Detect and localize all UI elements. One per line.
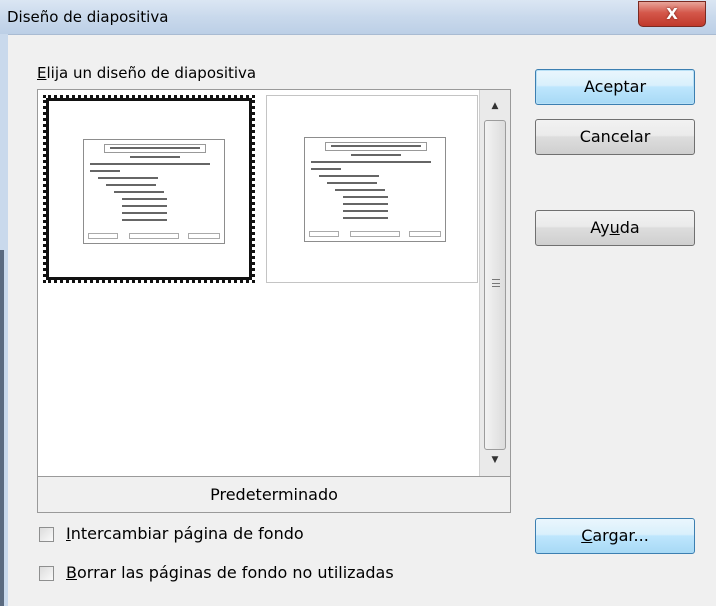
slide-preview (83, 139, 225, 244)
vertical-scrollbar[interactable]: ▲ ▼ (479, 90, 510, 476)
slide-preview (304, 137, 446, 242)
close-button[interactable]: X (638, 1, 706, 27)
load-button[interactable]: Cargar... (535, 518, 695, 554)
delete-unused-label[interactable]: Borrar las páginas de fondo no utilizada… (66, 563, 394, 582)
ok-button[interactable]: Aceptar (535, 69, 695, 105)
exchange-background-checkbox[interactable] (39, 527, 54, 542)
layout-thumbnail-1[interactable] (43, 95, 255, 283)
window-title: Diseño de diapositiva (7, 8, 169, 26)
scroll-down-arrow-icon[interactable]: ▼ (480, 450, 510, 470)
delete-unused-checkbox[interactable] (39, 566, 54, 581)
layout-thumbnail-2[interactable] (266, 95, 478, 283)
scroll-up-arrow-icon[interactable]: ▲ (480, 96, 510, 116)
title-bar: Diseño de diapositiva X (0, 0, 716, 35)
cancel-button[interactable]: Cancelar (535, 119, 695, 155)
layout-group-label: Elija un diseño de diapositiva (37, 64, 257, 82)
layout-caption: Predeterminado (38, 476, 510, 512)
background-window-edge (0, 250, 4, 606)
scrollbar-thumb[interactable] (484, 120, 506, 450)
exchange-background-label[interactable]: Intercambiar página de fondo (66, 524, 304, 543)
layout-chooser[interactable]: ▲ ▼ Predeterminado (37, 89, 511, 513)
scroll-grip-icon (492, 279, 500, 287)
layout-thumbnails (38, 90, 478, 476)
close-icon: X (666, 5, 678, 23)
help-button[interactable]: Ayuda (535, 210, 695, 246)
